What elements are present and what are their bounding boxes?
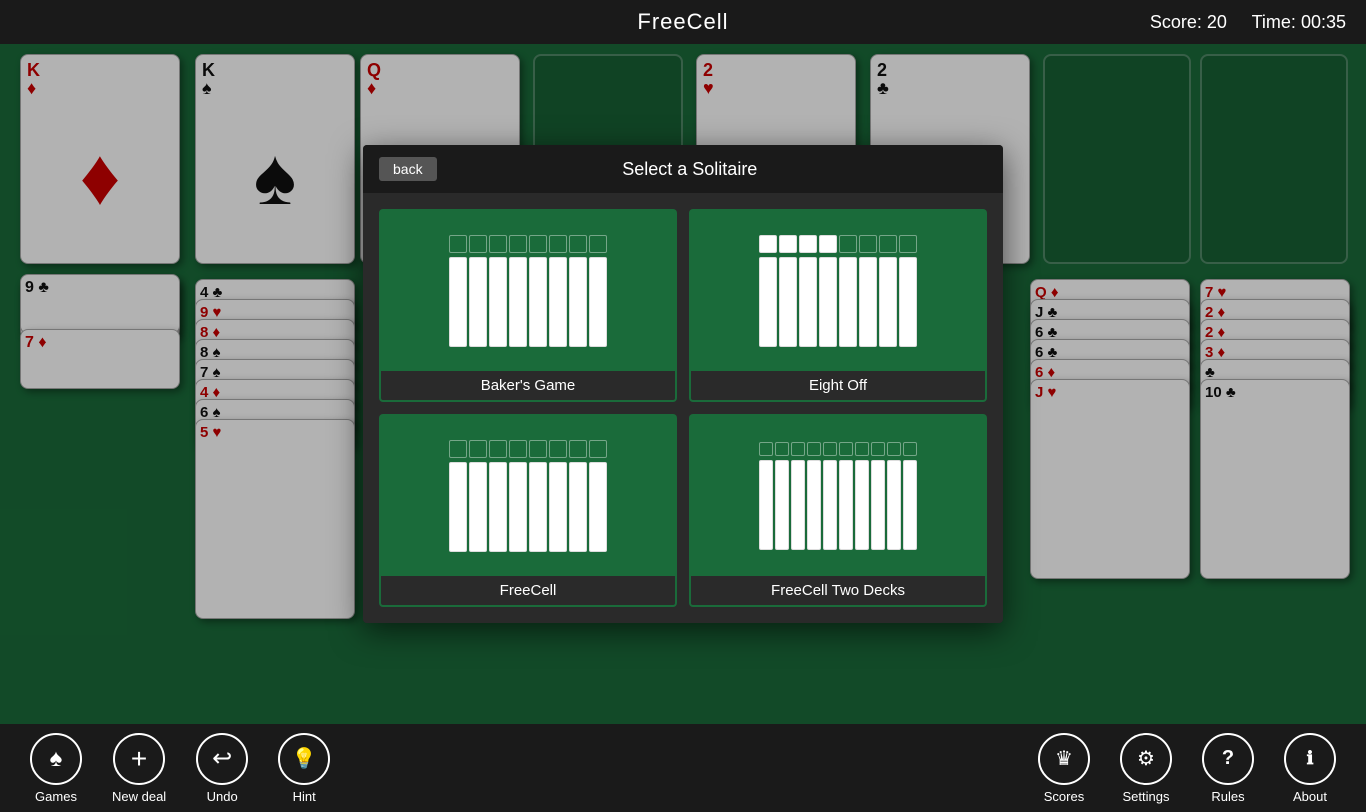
undo-icon: ↩ — [196, 733, 248, 785]
bakers-game-label: Baker's Game — [381, 371, 675, 400]
undo-label: Undo — [207, 789, 238, 804]
games-label: Games — [35, 789, 77, 804]
game-option-eight-off[interactable]: Eight Off — [689, 209, 987, 402]
about-label: About — [1293, 789, 1327, 804]
freecell-two-decks-preview — [691, 416, 985, 576]
games-icon: ♠ — [30, 733, 82, 785]
games-button[interactable]: ♠ Games — [30, 733, 82, 804]
toolbar-right: ♛ Scores ⚙ Settings ? Rules ℹ About — [1038, 733, 1336, 804]
modal-body: Baker's Game — [363, 193, 1003, 623]
modal-title: Select a Solitaire — [453, 159, 927, 180]
undo-button[interactable]: ↩ Undo — [196, 733, 248, 804]
game-area: K♦ ♦ K♠ ♠ Q♦ ♛ 2♥ ♥ 2♣ ♣ 7 — [0, 44, 1366, 724]
back-button[interactable]: back — [379, 157, 437, 181]
scores-button[interactable]: ♛ Scores — [1038, 733, 1090, 804]
new-deal-button[interactable]: + New deal — [112, 733, 166, 804]
time-value: 00:35 — [1301, 12, 1346, 32]
score-label: Score: — [1150, 12, 1202, 32]
score-value: 20 — [1207, 12, 1227, 32]
about-button[interactable]: ℹ About — [1284, 733, 1336, 804]
time-label: Time: — [1252, 12, 1296, 32]
scores-label: Scores — [1044, 789, 1084, 804]
settings-button[interactable]: ⚙ Settings — [1120, 733, 1172, 804]
hint-icon: 💡 — [278, 733, 330, 785]
settings-icon: ⚙ — [1120, 733, 1172, 785]
settings-label: Settings — [1123, 789, 1170, 804]
rules-label: Rules — [1211, 789, 1244, 804]
hint-label: Hint — [293, 789, 316, 804]
game-option-freecell-two-decks[interactable]: FreeCell Two Decks — [689, 414, 987, 607]
eight-off-label: Eight Off — [691, 371, 985, 400]
about-icon: ℹ — [1284, 733, 1336, 785]
modal-header: back Select a Solitaire — [363, 145, 1003, 193]
game-option-bakers-game[interactable]: Baker's Game — [379, 209, 677, 402]
app-title: FreeCell — [637, 9, 728, 35]
rules-button[interactable]: ? Rules — [1202, 733, 1254, 804]
hint-button[interactable]: 💡 Hint — [278, 733, 330, 804]
freecell-two-decks-label: FreeCell Two Decks — [691, 576, 985, 605]
new-deal-label: New deal — [112, 789, 166, 804]
modal-overlay: back Select a Solitaire — [0, 44, 1366, 724]
freecell-preview — [381, 416, 675, 576]
header: FreeCell Score: 20 Time: 00:35 — [0, 0, 1366, 44]
bakers-game-preview — [381, 211, 675, 371]
select-solitaire-modal: back Select a Solitaire — [363, 145, 1003, 623]
eight-off-preview — [691, 211, 985, 371]
freecell-label: FreeCell — [381, 576, 675, 605]
score-time: Score: 20 Time: 00:35 — [1150, 12, 1346, 33]
scores-icon: ♛ — [1038, 733, 1090, 785]
new-deal-icon: + — [113, 733, 165, 785]
rules-icon: ? — [1202, 733, 1254, 785]
toolbar-left: ♠ Games + New deal ↩ Undo 💡 Hint — [30, 733, 330, 804]
toolbar: ♠ Games + New deal ↩ Undo 💡 Hint ♛ Score… — [0, 724, 1366, 812]
game-option-freecell[interactable]: FreeCell — [379, 414, 677, 607]
